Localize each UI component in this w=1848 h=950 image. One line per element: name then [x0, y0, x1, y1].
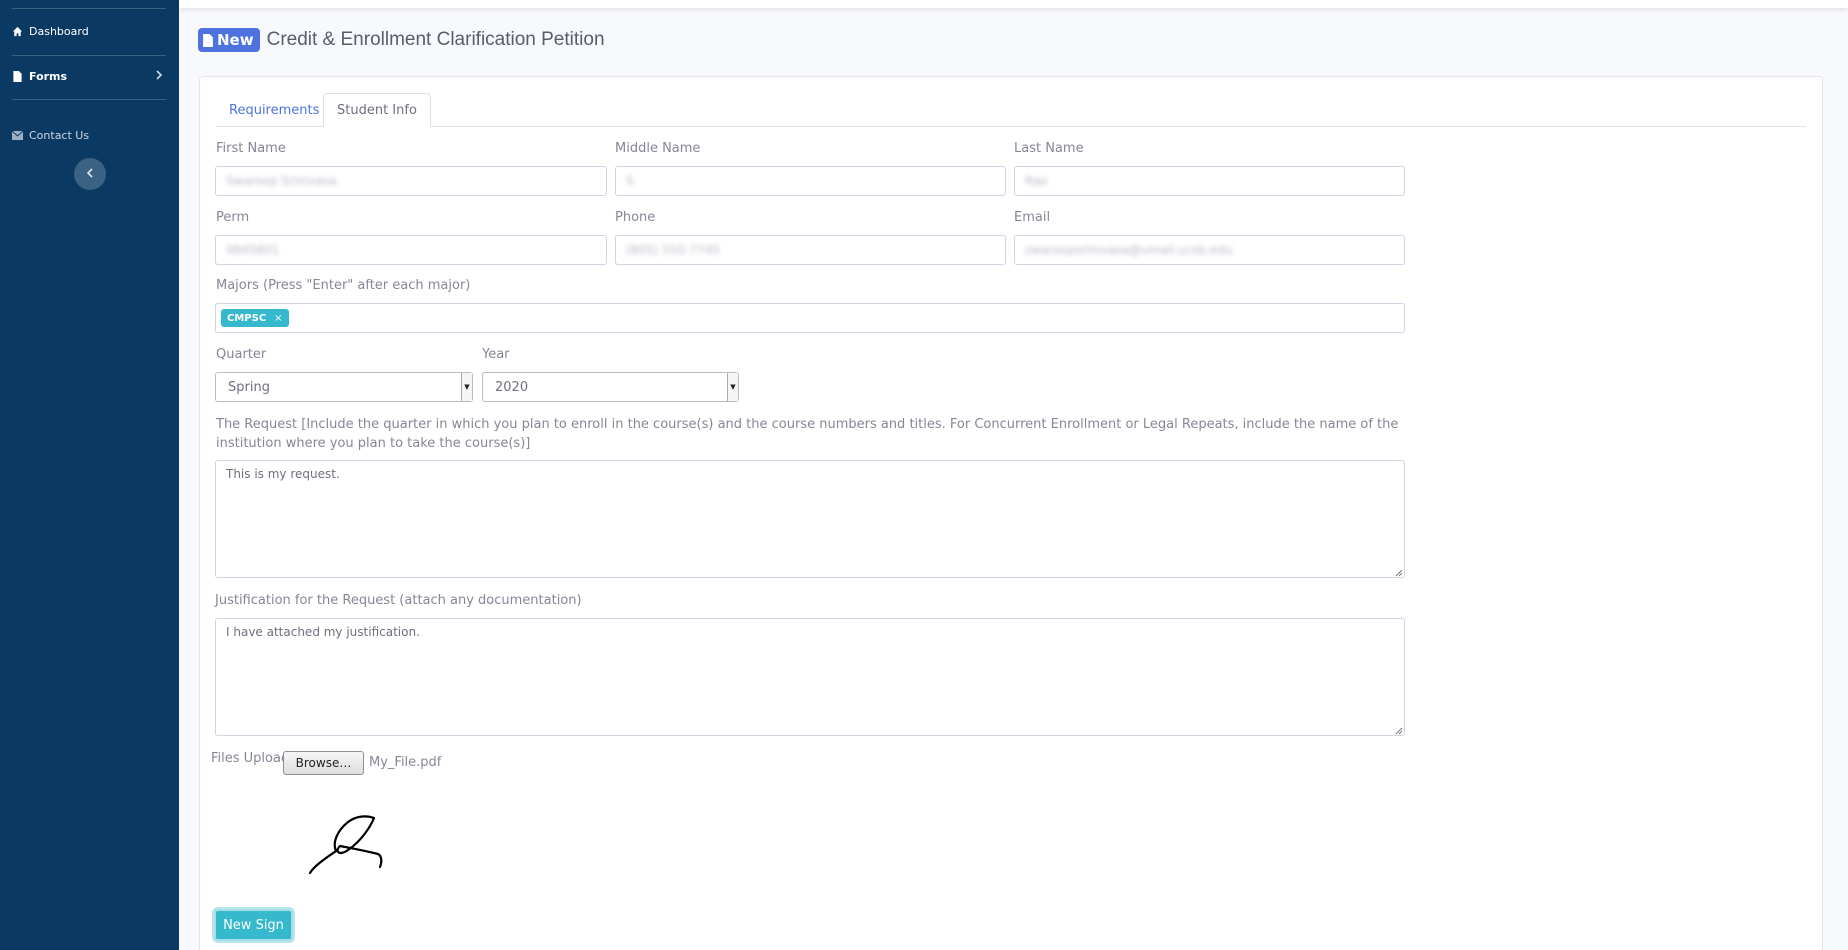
email-field[interactable]: swaroopsrinivasa@umail.ucsb.edu	[1014, 235, 1405, 265]
new-badge: New	[198, 28, 260, 52]
quarter-label: Quarter	[216, 347, 267, 362]
justification-label: Justification for the Request (attach an…	[215, 593, 582, 608]
dropdown-arrow-icon: ▼	[727, 373, 738, 401]
new-sign-button[interactable]: New Sign	[214, 909, 293, 941]
sidebar-divider	[12, 55, 166, 56]
perm-field[interactable]: 9845801	[215, 235, 607, 265]
page-heading: New Credit & Enrollment Clarification Pe…	[198, 28, 605, 52]
request-value: This is my request.	[226, 467, 340, 481]
year-value: 2020	[495, 379, 529, 395]
sidebar-item-label: Dashboard	[29, 24, 89, 38]
tab-requirements[interactable]: Requirements	[216, 93, 332, 128]
first-name-field[interactable]: Swaroop Srinivasa	[215, 166, 607, 196]
remove-tag-icon[interactable]: ×	[274, 313, 282, 324]
year-label: Year	[482, 347, 510, 362]
sidebar-item-label: Contact Us	[29, 128, 90, 142]
chevron-right-icon	[156, 69, 163, 83]
sidebar-item-label: Forms	[29, 69, 68, 83]
topbar	[179, 0, 1848, 8]
new-badge-label: New	[217, 31, 254, 49]
first-name-value: Swaroop Srinivasa	[226, 174, 337, 188]
last-name-field[interactable]: Rao	[1014, 166, 1405, 196]
email-label: Email	[1014, 210, 1051, 225]
resize-grip-icon[interactable]	[1393, 566, 1403, 577]
justification-textarea[interactable]: I have attached my justification.	[215, 618, 1405, 736]
selected-file-name: My_File.pdf	[369, 755, 442, 770]
major-tag-label: CMPSC	[227, 312, 267, 324]
perm-label: Perm	[216, 210, 250, 225]
middle-name-value: S	[626, 174, 634, 188]
resize-grip-icon[interactable]	[1393, 724, 1403, 735]
year-select[interactable]: 2020 ▼	[482, 372, 739, 402]
request-label: The Request [Include the quarter in whic…	[216, 417, 1399, 451]
signature-pad[interactable]	[300, 790, 400, 875]
sidebar-item-forms[interactable]: Forms	[12, 66, 67, 86]
files-upload-label: Files Upload	[211, 751, 290, 766]
middle-name-field[interactable]: S	[615, 166, 1006, 196]
chevron-left-icon	[86, 167, 94, 182]
home-icon	[12, 26, 23, 37]
dropdown-arrow-icon: ▼	[461, 373, 472, 401]
phone-label: Phone	[615, 210, 656, 225]
sidebar-toggle-button[interactable]	[74, 158, 106, 190]
phone-value: (805) 555-7745	[626, 243, 720, 257]
middle-name-label: Middle Name	[615, 141, 701, 156]
majors-label: Majors (Press "Enter" after each major)	[216, 278, 471, 293]
envelope-icon	[12, 130, 23, 141]
sidebar-divider	[12, 99, 166, 100]
sidebar-item-contact-us[interactable]: Contact Us	[12, 125, 89, 145]
phone-field[interactable]: (805) 555-7745	[615, 235, 1006, 265]
quarter-select[interactable]: Spring ▼	[215, 372, 473, 402]
majors-input[interactable]: CMPSC ×	[215, 303, 1405, 333]
sidebar-divider	[12, 8, 166, 9]
tab-bar: Requirements Student Info	[216, 93, 1806, 128]
first-name-label: First Name	[216, 141, 286, 156]
sidebar: Dashboard Forms Contact Us	[0, 0, 179, 950]
quarter-value: Spring	[228, 379, 270, 395]
last-name-label: Last Name	[1014, 141, 1084, 156]
request-textarea[interactable]: This is my request.	[215, 460, 1405, 578]
browse-button[interactable]: Browse…	[283, 751, 364, 775]
email-value: swaroopsrinivasa@umail.ucsb.edu	[1025, 243, 1233, 257]
perm-value: 9845801	[226, 243, 280, 257]
sidebar-item-dashboard[interactable]: Dashboard	[12, 21, 89, 41]
major-tag: CMPSC ×	[221, 309, 289, 327]
tab-student-info[interactable]: Student Info	[323, 93, 431, 128]
page-title: Credit & Enrollment Clarification Petiti…	[266, 29, 605, 50]
file-icon	[203, 33, 213, 47]
file-icon	[12, 70, 23, 82]
last-name-value: Rao	[1025, 174, 1048, 188]
justification-value: I have attached my justification.	[226, 625, 420, 639]
